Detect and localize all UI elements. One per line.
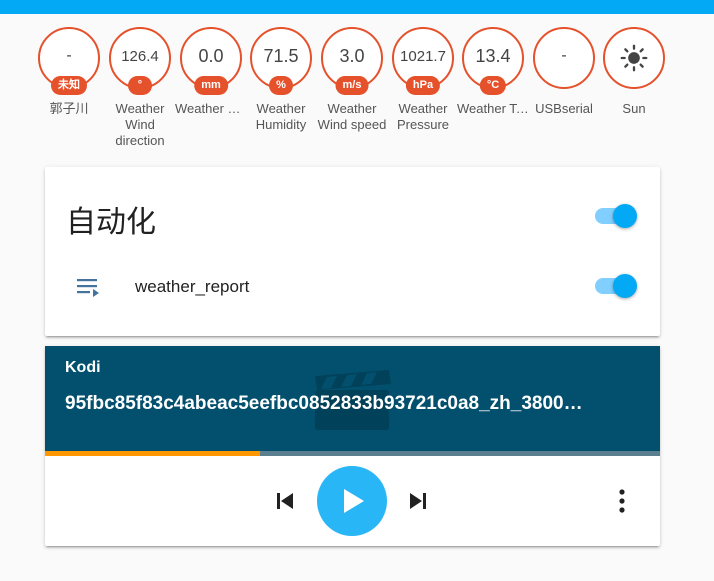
media-progress-bar[interactable] xyxy=(45,451,660,456)
badge-label: Weather Wind speed xyxy=(317,101,387,132)
badge-value: 71.5 xyxy=(263,46,299,66)
badge-label: Weather Pressure xyxy=(396,101,450,132)
badge-ring: 0.0 mm xyxy=(180,27,242,95)
badge-value: 3.0 xyxy=(339,46,365,66)
badge-wind-direction[interactable]: 126.4 ° Weather Wind direction xyxy=(107,27,173,149)
badge-precipitation[interactable]: 0.0 mm Weather Precipitat… xyxy=(175,27,247,117)
next-track-icon xyxy=(410,493,426,509)
badge-sun[interactable]: Sun xyxy=(601,27,667,117)
badge-value: - xyxy=(561,47,567,64)
badge-value: 1021.7 xyxy=(400,47,446,65)
badge-ring xyxy=(603,27,665,89)
badge-label: Weather Temperat… xyxy=(457,101,529,116)
badge-label: Weather Humidity xyxy=(255,101,307,132)
badge-unit: m/s xyxy=(335,76,369,95)
badge-value: 126.4 xyxy=(121,47,159,65)
media-app-name: Kodi xyxy=(65,359,101,376)
badge-unit: mm xyxy=(194,76,228,95)
badge-ring: 1021.7 hPa xyxy=(392,27,454,95)
badge-unit: 未知 xyxy=(51,76,87,95)
media-progress-fill xyxy=(45,451,261,456)
badge-ring: 126.4 ° xyxy=(109,27,171,95)
toggle-knob xyxy=(613,274,637,298)
automation-group-toggle[interactable] xyxy=(593,204,639,228)
play-button[interactable] xyxy=(317,466,387,536)
badge-label: 郭子川 xyxy=(49,101,89,116)
badge-label: USBserial xyxy=(535,101,593,116)
badge-value: 13.4 xyxy=(475,46,511,66)
badge-ring: 13.4 °C xyxy=(462,27,524,95)
badge-unit: °C xyxy=(479,76,507,95)
badge-humidity[interactable]: 71.5 % Weather Humidity xyxy=(248,27,314,133)
badge-sensor-guozichuan[interactable]: - 未知 郭子川 xyxy=(36,27,102,117)
weather-report-toggle[interactable] xyxy=(593,274,639,298)
badge-unit: % xyxy=(269,76,293,95)
media-player-card: Kodi 95fbc85f83c4abeac5eefbc0852833b9372… xyxy=(45,346,660,546)
badge-value: 0.0 xyxy=(198,46,224,66)
badge-label: Weather Wind direction xyxy=(115,101,165,148)
badge-usbserial[interactable]: - USBserial xyxy=(531,27,597,117)
badge-ring: 71.5 % xyxy=(250,27,312,95)
badge-pressure[interactable]: 1021.7 hPa Weather Pressure xyxy=(390,27,456,133)
badge-unit: ° xyxy=(128,76,152,95)
badge-ring: - 未知 xyxy=(38,27,100,95)
badge-value: - xyxy=(66,47,72,64)
badge-ring: 3.0 m/s xyxy=(321,27,383,95)
badge-label: Sun xyxy=(622,101,646,116)
next-track-button[interactable] xyxy=(403,486,433,516)
playlist-play-icon xyxy=(77,279,99,297)
media-title: 95fbc85f83c4abeac5eefbc0852833b93721c0a8… xyxy=(65,393,583,414)
badge-unit: hPa xyxy=(405,76,441,95)
badge-wind-speed[interactable]: 3.0 m/s Weather Wind speed xyxy=(317,27,387,133)
automation-row-label[interactable]: weather_report xyxy=(135,277,249,297)
toggle-knob xyxy=(613,204,637,228)
card-title[interactable]: 自动化 xyxy=(66,197,156,241)
top-app-bar xyxy=(0,0,714,14)
badge-row: - 未知 郭子川 126.4 ° Weather Wind direction … xyxy=(36,27,676,157)
badge-ring: - xyxy=(533,27,595,89)
automation-card: 自动化 weather_report xyxy=(45,167,660,336)
previous-track-icon xyxy=(277,493,293,509)
sun-icon xyxy=(620,44,648,72)
badge-temperature[interactable]: 13.4 °C Weather Temperat… xyxy=(457,27,529,117)
previous-track-button[interactable] xyxy=(270,486,300,516)
more-options-button[interactable] xyxy=(610,486,634,516)
badge-label: Weather Precipitat… xyxy=(175,101,247,116)
more-vertical-icon xyxy=(619,489,625,513)
media-header[interactable]: Kodi 95fbc85f83c4abeac5eefbc0852833b9372… xyxy=(45,346,660,451)
play-icon xyxy=(344,489,364,513)
